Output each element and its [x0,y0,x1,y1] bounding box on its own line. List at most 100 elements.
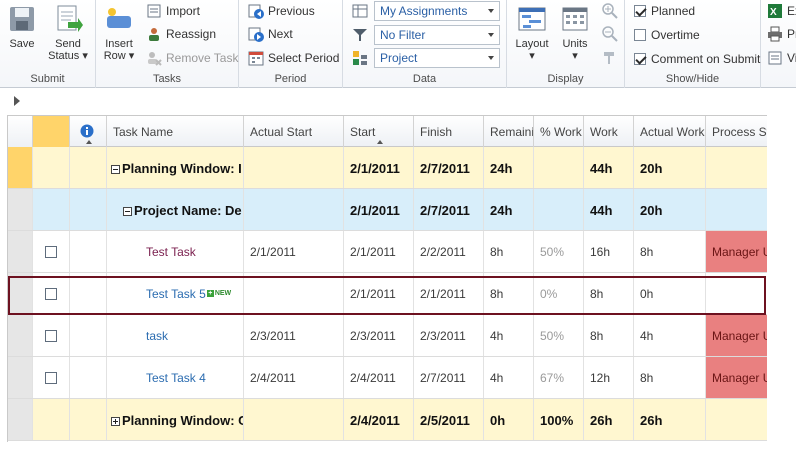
start-cell[interactable]: 2/3/2011 [344,315,414,356]
process-status-cell[interactable] [706,189,767,230]
task-name-cell[interactable]: task [107,315,244,356]
save-button[interactable]: Save [6,4,38,50]
pct-work-cell[interactable]: 100% [534,399,584,440]
actual-work-cell[interactable]: 4h [634,315,706,356]
start-cell[interactable]: 2/4/2011 [344,357,414,398]
actual-work-cell[interactable]: 20h [634,189,706,230]
col-remaining[interactable]: Remaining [484,116,534,147]
finish-cell[interactable]: 2/7/2011 [414,189,484,230]
expand-icon[interactable] [111,417,120,426]
row-selector[interactable] [8,357,33,398]
planned-checkbox[interactable]: Planned [634,1,695,21]
pct-work-cell[interactable] [534,189,584,230]
start-cell[interactable]: 2/1/2011 [344,273,414,314]
pct-work-cell[interactable]: 67% [534,357,584,398]
actual-work-cell[interactable]: 0h [634,273,706,314]
reassign-button[interactable]: Reassign [146,24,216,44]
planning-window-row[interactable]: Planning Window: C 2/4/2011 2/5/2011 0h … [8,399,767,441]
col-pct-work[interactable]: % Work [534,116,584,147]
view-button[interactable]: Vi [767,48,796,68]
remaining-cell[interactable]: 24h [484,147,534,188]
work-cell[interactable]: 16h [584,231,634,272]
previous-button[interactable]: Previous [248,1,315,21]
remaining-cell[interactable]: 8h [484,273,534,314]
col-work[interactable]: Work [584,116,634,147]
pct-work-cell[interactable]: 50% [534,315,584,356]
work-cell[interactable]: 44h [584,189,634,230]
overtime-checkbox[interactable]: Overtime [634,25,700,45]
actual-work-cell[interactable]: 8h [634,231,706,272]
work-cell[interactable]: 44h [584,147,634,188]
row-select-header[interactable] [8,116,33,147]
work-cell[interactable]: 8h [584,273,634,314]
task-name-cell[interactable]: Test Task 5 + NEW [107,273,244,314]
project-row[interactable]: Project Name: De 2/1/2011 2/7/2011 24h 4… [8,189,767,231]
task-name-cell[interactable]: Planning Window: I [107,147,244,188]
start-cell[interactable]: 2/1/2011 [344,231,414,272]
start-cell[interactable]: 2/4/2011 [344,399,414,440]
finish-cell[interactable]: 2/7/2011 [414,147,484,188]
col-actual-start[interactable]: Actual Start [244,116,344,147]
actual-start-cell[interactable] [244,189,344,230]
finish-cell[interactable]: 2/2/2011 [414,231,484,272]
pct-work-cell[interactable]: 50% [534,231,584,272]
col-task-name[interactable]: Task Name [107,116,244,147]
import-button[interactable]: Import [146,1,200,21]
view-select[interactable]: My Assignments [374,1,500,21]
row-selector[interactable] [8,231,33,272]
process-status-cell[interactable]: Manager U [706,231,767,272]
row-selector[interactable] [8,189,33,230]
row-checkbox[interactable] [45,288,57,300]
task-row[interactable]: task 2/3/2011 2/3/2011 2/3/2011 4h 50% 8… [8,315,767,357]
insert-row-button[interactable]: Insert Row ▾ [100,4,138,62]
row-checkbox[interactable] [45,372,57,384]
next-button[interactable]: Next [248,24,293,44]
col-start[interactable]: Start [344,116,414,147]
col-process-status[interactable]: Process St [706,116,767,147]
work-cell[interactable]: 8h [584,315,634,356]
actual-start-cell[interactable]: 2/1/2011 [244,231,344,272]
process-status-cell[interactable] [706,273,767,314]
remaining-cell[interactable]: 4h [484,315,534,356]
comment-check-box[interactable] [634,53,646,65]
remaining-cell[interactable]: 24h [484,189,534,230]
task-row[interactable]: Test Task 5 + NEW 2/1/2011 2/1/2011 8h 0% … [8,273,767,315]
process-status-cell[interactable] [706,399,767,440]
group-by-select[interactable]: Project [374,48,500,68]
remove-task-button[interactable]: Remove Task [146,48,238,68]
filter-select[interactable]: No Filter [374,25,500,45]
actual-work-cell[interactable]: 26h [634,399,706,440]
actual-start-cell[interactable]: 2/4/2011 [244,357,344,398]
send-status-button[interactable]: Send Status ▾ [44,4,92,62]
actual-start-cell[interactable]: 2/3/2011 [244,315,344,356]
process-status-cell[interactable] [706,147,767,188]
task-row[interactable]: Test Task 2/1/2011 2/1/2011 2/2/2011 8h … [8,231,767,273]
row-checkbox[interactable] [45,246,57,258]
row-selector[interactable] [8,399,33,440]
collapse-icon[interactable] [111,165,120,174]
row-checkbox[interactable] [45,330,57,342]
finish-cell[interactable]: 2/7/2011 [414,357,484,398]
checkbox-column-header[interactable] [33,116,70,147]
actual-work-cell[interactable]: 8h [634,357,706,398]
units-button[interactable]: Units ▾ [557,4,593,62]
finish-cell[interactable]: 2/5/2011 [414,399,484,440]
row-selector[interactable] [8,315,33,356]
task-name-cell[interactable]: Test Task 4 [107,357,244,398]
planned-check-box[interactable] [634,5,646,17]
start-cell[interactable]: 2/1/2011 [344,147,414,188]
actual-work-cell[interactable]: 20h [634,147,706,188]
scroll-to-task-icon[interactable] [601,49,619,67]
zoom-in-icon[interactable] [601,2,619,20]
print-button[interactable]: Pr [767,24,796,44]
expand-arrow-icon[interactable] [14,96,20,106]
remaining-cell[interactable]: 8h [484,231,534,272]
actual-start-cell[interactable] [244,399,344,440]
process-status-cell[interactable]: Manager U [706,315,767,356]
row-selector[interactable] [8,273,33,314]
layout-button[interactable]: Layout ▾ [513,4,551,62]
overtime-check-box[interactable] [634,29,646,41]
finish-cell[interactable]: 2/3/2011 [414,315,484,356]
work-cell[interactable]: 12h [584,357,634,398]
export-button[interactable]: X Ex [767,1,796,21]
